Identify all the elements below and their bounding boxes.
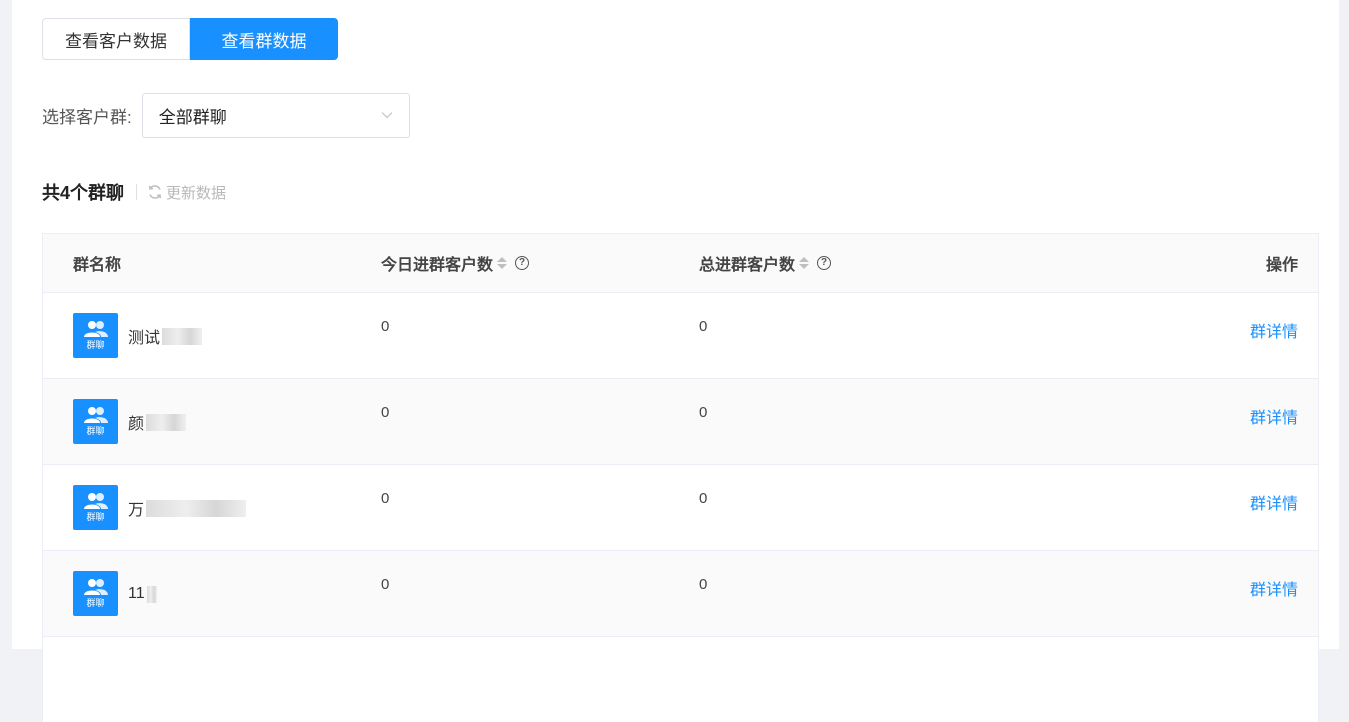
total-customers-value: 0 (699, 490, 708, 507)
avatar-label: 群聊 (86, 426, 105, 436)
tab-customer-data[interactable]: 查看客户数据 (42, 18, 190, 60)
group-detail-link[interactable]: 群详情 (1250, 318, 1298, 342)
divider (136, 184, 138, 200)
group-name-text: 11 (128, 585, 145, 602)
table-row: 群聊 11 0 0 群详情 (43, 551, 1318, 637)
header-total-label: 总进群客户数 (699, 257, 796, 274)
refresh-icon (148, 185, 162, 199)
header-group-name: 群名称 (73, 234, 121, 292)
group-users-icon (83, 407, 108, 423)
help-icon[interactable]: ? (515, 256, 530, 270)
today-customers-value: 0 (381, 318, 390, 335)
header-action-label: 操作 (1265, 257, 1298, 274)
redacted-text (146, 499, 247, 517)
group-detail-link[interactable]: 群详情 (1250, 490, 1298, 514)
group-select[interactable]: 全部群聊 (141, 92, 410, 138)
total-customers-value: 0 (699, 318, 708, 335)
chevron-down-icon (381, 112, 393, 119)
refresh-data-button[interactable]: 更新数据 (147, 182, 226, 203)
group-select-value: 全部群聊 (158, 107, 227, 127)
group-filter: 选择客户群: 全部群聊 (42, 92, 410, 138)
sort-icon[interactable] (799, 257, 810, 269)
group-name-text: 颜 (128, 416, 145, 433)
header-today-label: 今日进群客户数 (381, 257, 494, 274)
redacted-text (146, 413, 187, 431)
content-card: 查看客户数据 查看群数据 选择客户群: 全部群聊 共4个群聊 更新数据 群名称 … (12, 0, 1339, 722)
total-customers-value: 0 (699, 576, 708, 593)
group-count-title: 共4个群聊 (42, 183, 125, 203)
redacted-text (162, 327, 203, 345)
table-row: 群聊 颜 0 0 群详情 (43, 379, 1318, 465)
refresh-label: 更新数据 (166, 184, 227, 202)
group-users-icon (83, 493, 108, 509)
filter-label: 选择客户群: (42, 107, 132, 127)
group-name: 测试 (128, 326, 203, 347)
today-customers-value: 0 (381, 490, 390, 507)
group-users-icon (83, 321, 108, 337)
group-users-icon (83, 579, 108, 595)
table-row: 群聊 测试 0 0 群详情 (43, 293, 1318, 379)
sort-icon[interactable] (497, 257, 508, 269)
redacted-text (146, 585, 157, 603)
group-avatar: 群聊 (73, 313, 118, 358)
help-icon[interactable]: ? (817, 256, 832, 270)
today-customers-value: 0 (381, 404, 390, 421)
group-avatar: 群聊 (73, 399, 118, 444)
header-action: 操作 (1266, 234, 1298, 292)
header-group-name-label: 群名称 (73, 257, 122, 274)
header-total-customers[interactable]: 总进群客户数 ? (699, 234, 832, 292)
avatar-label: 群聊 (86, 340, 105, 350)
header-today-customers[interactable]: 今日进群客户数 ? (381, 234, 530, 292)
table-row (43, 637, 1318, 722)
group-name: 颜 (128, 412, 187, 433)
group-avatar: 群聊 (73, 485, 118, 530)
table-row: 群聊 万 0 0 群详情 (43, 465, 1318, 551)
avatar-label: 群聊 (86, 598, 105, 608)
group-detail-link[interactable]: 群详情 (1250, 404, 1298, 428)
group-name-text: 万 (128, 502, 145, 519)
view-tabs: 查看客户数据 查看群数据 (42, 18, 338, 60)
group-name: 万 (128, 498, 247, 519)
table-header: 群名称 今日进群客户数 ? 总进群客户数 ? 操作 (43, 234, 1318, 293)
tab-group-data[interactable]: 查看群数据 (190, 18, 338, 60)
group-detail-link[interactable]: 群详情 (1250, 576, 1298, 600)
total-customers-value: 0 (699, 404, 708, 421)
group-name-text: 测试 (128, 330, 161, 347)
today-customers-value: 0 (381, 576, 390, 593)
avatar-label: 群聊 (86, 512, 105, 522)
group-name: 11 (128, 584, 157, 604)
group-avatar: 群聊 (73, 571, 118, 616)
group-summary: 共4个群聊 更新数据 (42, 178, 226, 206)
